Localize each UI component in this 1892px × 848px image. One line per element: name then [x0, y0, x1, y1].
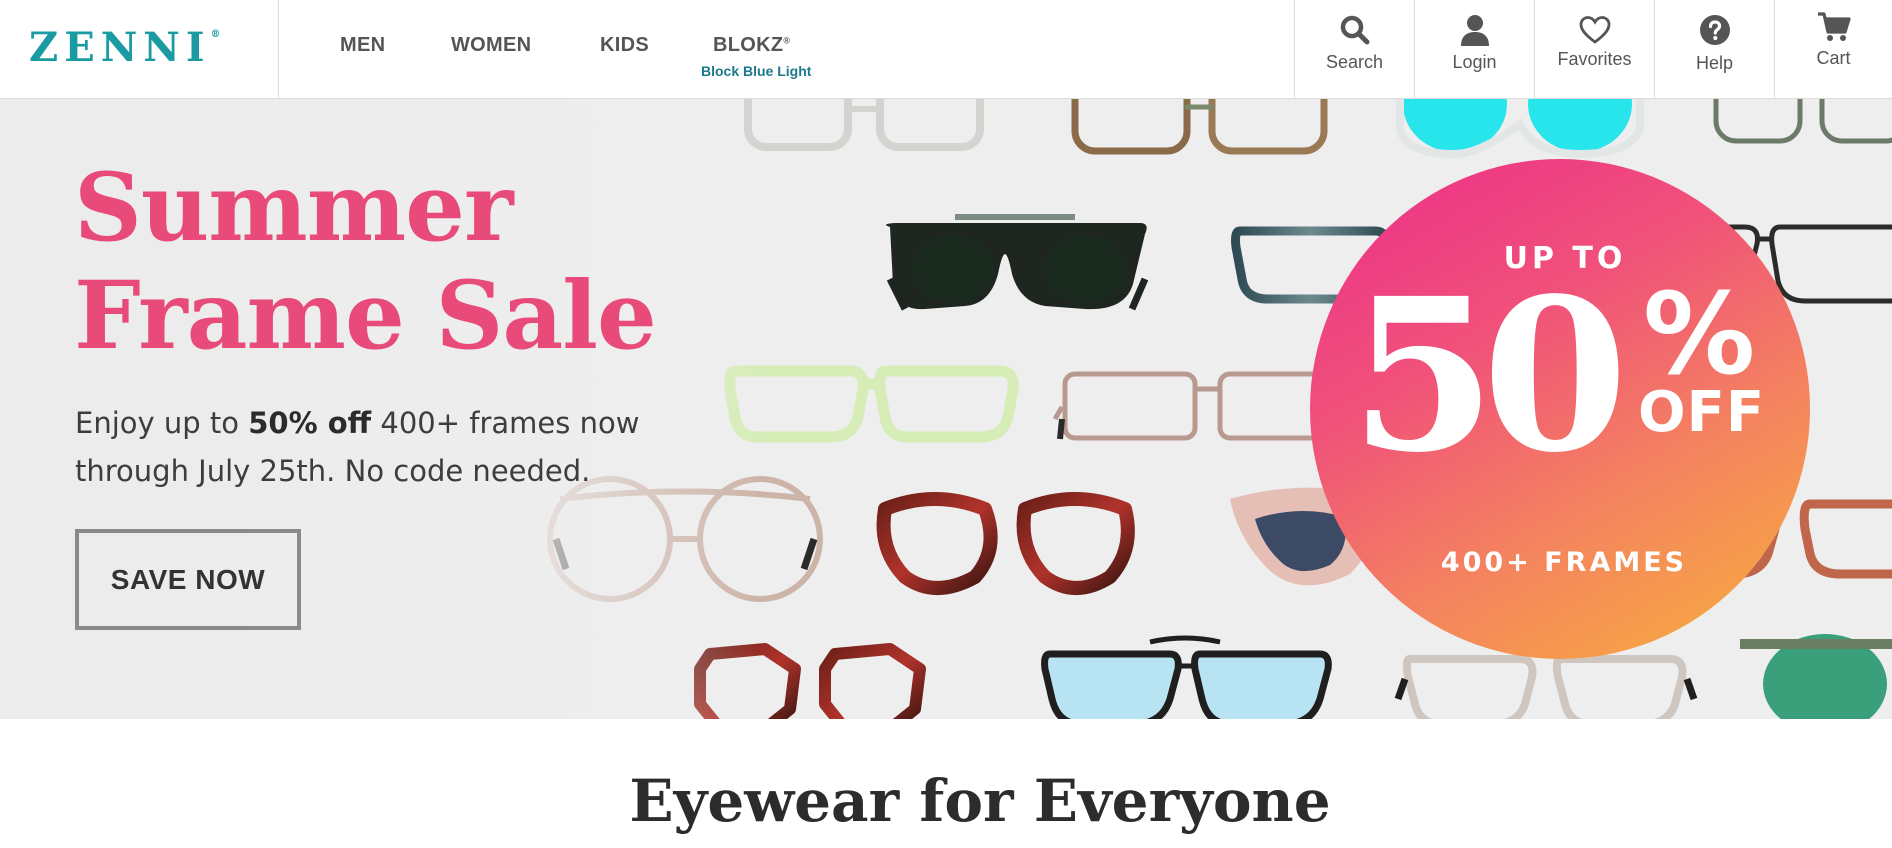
heart-icon [1535, 13, 1654, 47]
logo-text: ZENNI [29, 24, 211, 71]
nav-item-label: BLOKZ [713, 34, 784, 56]
nav-item-men[interactable]: MEN [340, 34, 385, 57]
save-now-label: SAVE NOW [110, 563, 266, 595]
logo-registered-mark: ® [210, 29, 221, 40]
save-now-button[interactable]: SAVE NOW [75, 529, 301, 630]
login-button[interactable]: Login [1414, 0, 1534, 99]
favorites-label: Favorites [1557, 49, 1632, 69]
help-label: Help [1695, 53, 1734, 73]
nav-item-label: WOMEN [451, 34, 532, 56]
discount-badge: UP TO 50 % OFF 400+ FRAMES [1310, 159, 1810, 659]
hero-copy-line2: through July 25th. No code needed. [75, 454, 591, 488]
search-button[interactable]: Search [1294, 0, 1414, 99]
favorites-button[interactable]: Favorites [1534, 0, 1654, 99]
nav-item-kids[interactable]: KIDS [600, 34, 649, 57]
cart-icon [1775, 10, 1892, 44]
nav-item-blokz[interactable]: BLOKZ® [713, 34, 790, 57]
section-title: Eyewear for Everyone [629, 767, 1331, 835]
badge-percent-number: 50 [1350, 252, 1628, 499]
help-button[interactable]: Help [1654, 0, 1774, 99]
hero-copy-prefix: Enjoy up to [75, 406, 249, 440]
hero-copy-suffix: 400+ frames now [371, 406, 640, 440]
search-label: Search [1325, 52, 1384, 72]
badge-percent-sign: % [1643, 270, 1756, 400]
hero-copy-discount: 50% off [248, 406, 372, 440]
nav-item-label: KIDS [600, 34, 649, 56]
badge-off: OFF [1638, 380, 1766, 445]
hero-description: Enjoy up to 50% off 400+ frames now thro… [75, 399, 695, 495]
search-icon [1295, 13, 1414, 47]
logo-container[interactable]: ZENNI® [0, 0, 279, 99]
nav-item-label: MEN [340, 34, 386, 56]
nav-item-women[interactable]: WOMEN [451, 34, 531, 57]
hero-headline: Summer Frame Sale [74, 153, 657, 371]
cart-label: Cart [1816, 48, 1851, 68]
site-header: ZENNI® MEN WOMEN KIDS BLOKZ® Block Blue … [0, 0, 1892, 99]
blokz-registered-mark: ® [783, 35, 791, 46]
badge-frame-count: 400+ FRAMES [1440, 547, 1688, 578]
help-icon [1655, 13, 1774, 47]
hero-banner[interactable]: Summer Frame Sale Enjoy up to 50% off 40… [0, 99, 1892, 719]
hero-headline-line2: Frame Sale [74, 261, 657, 371]
hero-headline-line1: Summer [74, 153, 513, 263]
zenni-logo[interactable]: ZENNI® [29, 28, 221, 68]
nav-sublabel-blue-light[interactable]: Block Blue Light [701, 63, 811, 79]
user-icon [1415, 13, 1534, 47]
login-label: Login [1452, 52, 1497, 72]
cart-button[interactable]: Cart [1774, 0, 1892, 99]
